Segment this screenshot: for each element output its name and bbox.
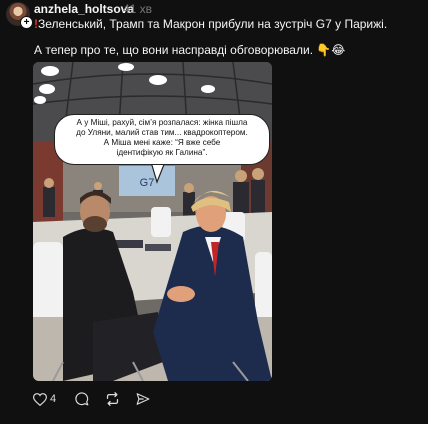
share-button[interactable] <box>136 391 150 407</box>
heart-icon <box>33 392 47 406</box>
repost-button[interactable] <box>105 391 120 407</box>
bubble-line-3: А Міша мені каже: “Я вже себе <box>103 138 221 147</box>
like-count: 4 <box>50 393 57 405</box>
share-icon <box>136 393 150 405</box>
post-text-1: Зеленський, Трамп та Макрон прибули на з… <box>38 17 388 31</box>
repost-icon <box>106 392 119 406</box>
comment-button[interactable] <box>75 391 89 407</box>
username[interactable]: anzhela_holtsova <box>34 2 134 16</box>
speech-bubble: А у Міші, рахуй, сім’я розпалася: жінка … <box>54 114 270 165</box>
timestamp[interactable]: 41 хв <box>123 2 152 16</box>
g7-sign-text: G7 <box>140 177 155 189</box>
bubble-line-2: до Уляни, малий став тим... квадрокоптер… <box>76 128 248 137</box>
post-image[interactable]: G7 <box>33 62 272 381</box>
comment-icon <box>75 392 89 406</box>
meeting-photo: G7 <box>33 62 272 381</box>
post-text-line-1: !Зеленський, Трамп та Макрон прибули на … <box>34 17 387 31</box>
bubble-line-1: А у Міші, рахуй, сім’я розпалася: жінка … <box>76 118 248 127</box>
like-button[interactable]: 4 <box>33 391 56 407</box>
post-text-line-2: А тепер про те, що вони насправді обгово… <box>34 43 346 57</box>
follow-plus-icon[interactable]: + <box>20 16 33 29</box>
post: + anzhela_holtsova 41 хв !Зеленський, Тр… <box>0 0 428 424</box>
bubble-line-4: ідентифікую як Галина”. <box>116 148 208 157</box>
